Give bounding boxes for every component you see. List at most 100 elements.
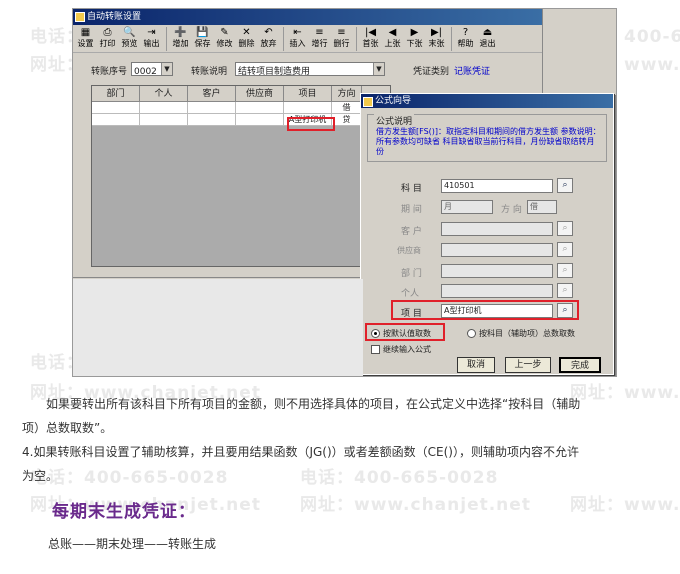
radio-aux-total[interactable]: 按科目（辅助项）总数取数: [467, 328, 575, 339]
toolbar-button[interactable]: ≡ 增行: [309, 27, 330, 51]
search-icon[interactable]: ⌕: [557, 242, 573, 257]
toolbar-button-label: 帮助: [457, 39, 474, 48]
table-cell[interactable]: [92, 114, 140, 126]
toolbar-button[interactable]: 💾 保存: [192, 27, 213, 51]
toolbar-button-label: 下张: [406, 39, 423, 48]
table-cell[interactable]: [92, 102, 140, 114]
toolbar-button[interactable]: ⏏ 退出: [477, 27, 498, 51]
customer-label: 客 户: [401, 227, 422, 237]
toolbar-button[interactable]: ➕ 增加: [170, 27, 191, 51]
finish-button[interactable]: 完成: [559, 357, 601, 373]
person-input[interactable]: [441, 284, 553, 298]
section-heading: 每期末生成凭证：: [52, 502, 196, 522]
toolbar-button[interactable]: ◀ 上张: [382, 27, 403, 51]
insert-icon: ⇤: [293, 27, 302, 38]
table-cell[interactable]: [188, 102, 236, 114]
toolbar-button-label: 保存: [194, 39, 211, 48]
customer-input[interactable]: [441, 222, 553, 236]
table-row[interactable]: A型打印机贷: [92, 114, 390, 126]
dept-label: 部 门: [401, 269, 422, 279]
software-screenshot: 自动转账设置 ▦ 设置 ⎙ 打印 🔍 预览 ⇥ 输出 ➕ 增加 💾 保存 ✎ 修改 ✕ 删除 ↶ 放弃 ⇤ 插入 ≡ 增行…: [72, 8, 617, 377]
toolbar-button-label: 删行: [333, 39, 350, 48]
checkbox-icon: [371, 345, 380, 354]
dialog-title: 公式向导: [375, 96, 412, 106]
prev-icon: ◀: [388, 27, 397, 38]
toolbar-button[interactable]: ✎ 修改: [214, 27, 235, 51]
continue-checkbox[interactable]: 继续输入公式: [371, 344, 431, 355]
cancel-button[interactable]: 取消: [457, 357, 495, 373]
chevron-down-icon[interactable]: ▼: [373, 63, 384, 75]
last-icon: ▶|: [430, 27, 443, 38]
help-icon: ?: [462, 27, 469, 38]
table-cell[interactable]: [236, 114, 284, 126]
supplier-label: 供应商: [397, 246, 421, 255]
chevron-down-icon[interactable]: ▼: [161, 63, 172, 75]
toolbar-button-label: 插入: [289, 39, 306, 48]
toolbar-button[interactable]: ▶| 末张: [426, 27, 447, 51]
direction-input[interactable]: 借: [527, 200, 557, 214]
desc-label: 转账说明: [191, 67, 228, 77]
subject-input[interactable]: 410501: [441, 179, 553, 193]
table-cell[interactable]: 借: [332, 102, 362, 114]
toolbar-button[interactable]: ↶ 放弃: [258, 27, 279, 51]
export-icon: ⇥: [147, 27, 156, 38]
prev-step-button[interactable]: 上一步: [505, 357, 551, 373]
app-icon: [363, 97, 373, 107]
grid-column-header: 方向: [332, 86, 362, 102]
desc-legend: 公式说明: [374, 114, 415, 127]
toolbar-button[interactable]: ▶ 下张: [404, 27, 425, 51]
save-icon: 💾: [196, 27, 209, 38]
search-icon[interactable]: ⌕: [557, 263, 573, 278]
delete-icon: ✕: [242, 27, 251, 38]
desc-select[interactable]: 结转项目制造费用 ▼: [235, 62, 385, 77]
watermark-phone: 电话：400-665-0028: [300, 468, 499, 488]
table-cell[interactable]: [140, 102, 188, 114]
toolbar-button-label: 删除: [238, 39, 255, 48]
subject-label: 科 目: [401, 184, 422, 194]
table-cell[interactable]: [140, 114, 188, 126]
paragraph-2-line-2: 为空。: [22, 469, 59, 483]
watermark-site: 网址：www.chanjet.net: [570, 383, 680, 403]
search-icon[interactable]: ⌕: [557, 283, 573, 298]
toolbar-button[interactable]: ⇤ 插入: [287, 27, 308, 51]
supplier-input[interactable]: [441, 243, 553, 257]
seq-label: 转账序号: [91, 67, 128, 77]
voucher-value[interactable]: 记账凭证: [454, 64, 490, 77]
continue-label: 继续输入公式: [383, 345, 431, 354]
radio-unselected-icon: [467, 329, 476, 338]
toolbar-button[interactable]: ✕ 删除: [236, 27, 257, 51]
table-cell[interactable]: [188, 114, 236, 126]
table-row[interactable]: 借: [92, 102, 390, 114]
toolbar-button[interactable]: ? 帮助: [455, 27, 476, 51]
toolbar-button[interactable]: ▦ 设置: [75, 27, 96, 51]
table-cell[interactable]: [236, 102, 284, 114]
toolbar-button[interactable]: 🔍 预览: [119, 27, 140, 51]
toolbar-button[interactable]: ⇥ 输出: [141, 27, 162, 51]
dialog-titlebar: 公式向导: [361, 94, 613, 108]
period-input[interactable]: 月: [441, 200, 493, 214]
search-icon[interactable]: ⌕: [557, 221, 573, 236]
search-icon[interactable]: ⌕: [557, 178, 573, 193]
paragraph-1-line-1: 如果要转出所有该科目下所有项目的金额，则不用选择具体的项目，在公式定义中选择“按…: [46, 397, 581, 411]
period-label: 期 间: [401, 205, 422, 215]
radio-highlight: [365, 323, 445, 341]
formula-description: 借方发生额[FS()]：取指定科目和期间的借方发生额 参数说明：所有参数均可缺省…: [376, 127, 601, 156]
dept-input[interactable]: [441, 264, 553, 278]
toolbar-button-label: 设置: [77, 39, 94, 48]
toolbar-button[interactable]: ⎙ 打印: [97, 27, 118, 51]
transfer-grid: 部门 个人 客户 供应商 项目 方向 借 A型打印机贷: [91, 85, 391, 267]
seq-select[interactable]: 0002 ▼: [131, 62, 173, 77]
grid-column-header: 部门: [92, 86, 140, 102]
direction-label: 方 向: [501, 205, 522, 215]
toolbar-button[interactable]: |◀ 首张: [360, 27, 381, 51]
toolbar-button[interactable]: ≡ 删行: [331, 27, 352, 51]
table-cell[interactable]: 贷: [332, 114, 362, 126]
delete-row-icon: ≡: [337, 27, 346, 38]
window-title: 自动转账设置: [87, 12, 142, 22]
app-icon: [75, 12, 85, 22]
print-icon: ⎙: [103, 27, 112, 38]
grey-area: [73, 279, 363, 376]
add-row-icon: ≡: [315, 27, 324, 38]
desc-value: 结转项目制造费用: [238, 67, 311, 77]
table-cell[interactable]: [284, 102, 332, 114]
